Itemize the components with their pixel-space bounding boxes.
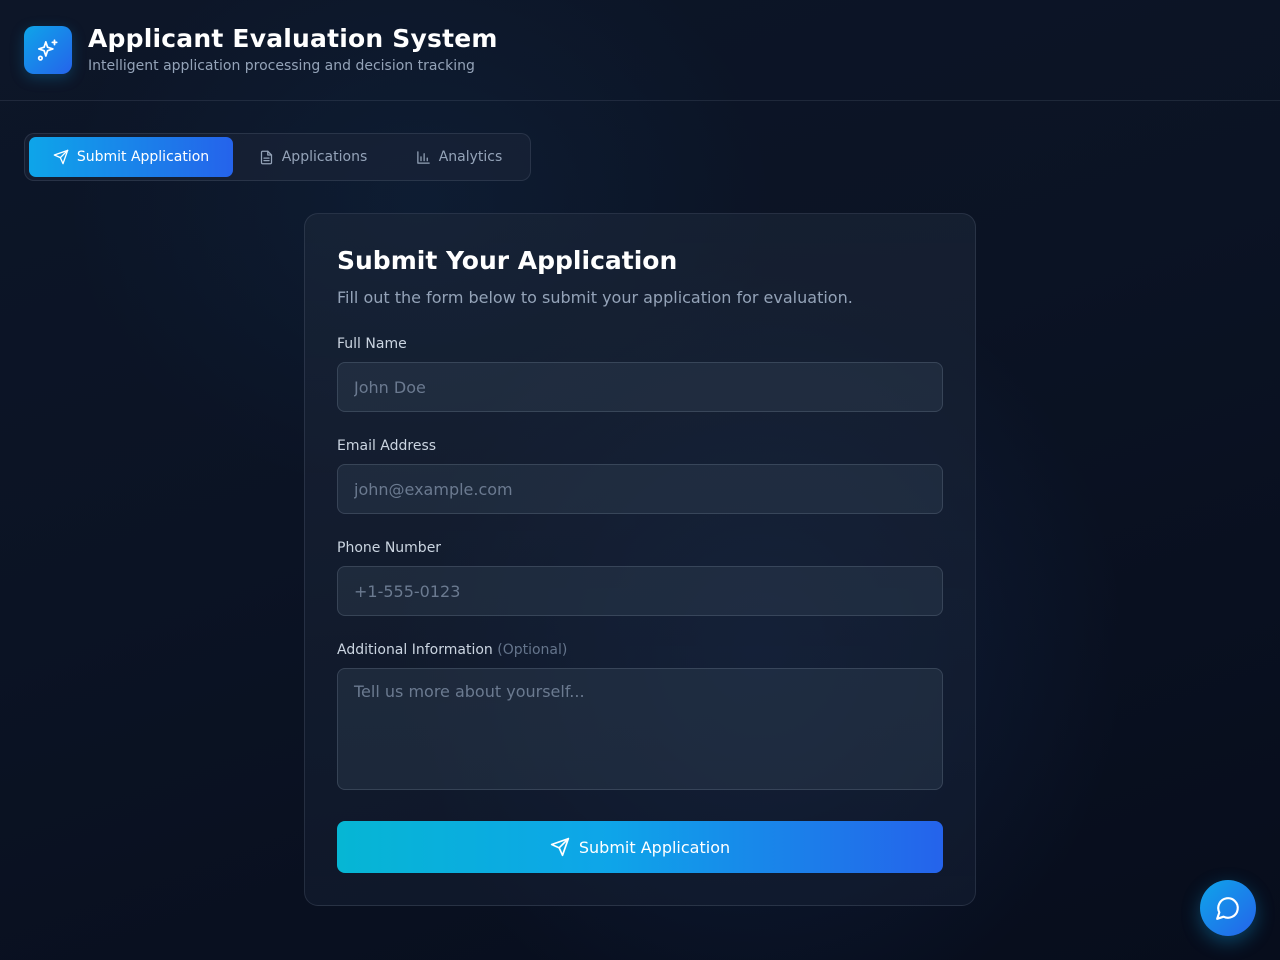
- tab-label: Applications: [281, 149, 368, 165]
- full-name-input[interactable]: [337, 362, 943, 412]
- form-description: Fill out the form below to submit your a…: [337, 288, 853, 307]
- main-tabs: Submit Application Applications Analytic…: [24, 133, 531, 181]
- tab-analytics[interactable]: Analytics: [393, 137, 525, 177]
- bar-chart-icon: [416, 150, 430, 164]
- send-icon: [550, 837, 570, 857]
- phone-label: Phone Number: [337, 540, 442, 556]
- chat-bubble-icon: [1216, 897, 1239, 920]
- full-name-label: Full Name: [337, 336, 407, 352]
- send-icon: [53, 149, 69, 165]
- email-input[interactable]: [337, 464, 943, 514]
- tab-submit-application[interactable]: Submit Application: [29, 137, 233, 177]
- additional-info-label: Additional Information: [337, 642, 493, 658]
- submit-button-label: Submit Application: [578, 837, 731, 857]
- tab-label: Submit Application: [76, 149, 210, 165]
- tab-label: Analytics: [438, 149, 503, 165]
- document-icon: [260, 150, 272, 164]
- chat-button[interactable]: [1200, 880, 1256, 936]
- additional-info-label-row: Additional Information (Optional): [337, 642, 567, 658]
- submit-application-button[interactable]: Submit Application: [337, 821, 943, 873]
- optional-tag: (Optional): [497, 642, 568, 658]
- email-label: Email Address: [337, 438, 437, 454]
- phone-input[interactable]: [337, 566, 943, 616]
- app-logo: [24, 26, 72, 74]
- sparkles-icon: [37, 39, 58, 61]
- app-header: Applicant Evaluation System Intelligent …: [0, 0, 1280, 101]
- additional-info-textarea[interactable]: [337, 668, 943, 790]
- form-title: Submit Your Application: [337, 246, 678, 275]
- app-title: Applicant Evaluation System: [88, 24, 498, 53]
- app-subtitle: Intelligent application processing and d…: [88, 58, 475, 74]
- tab-applications[interactable]: Applications: [241, 137, 385, 177]
- application-form-card: Submit Your Application Fill out the for…: [304, 213, 976, 906]
